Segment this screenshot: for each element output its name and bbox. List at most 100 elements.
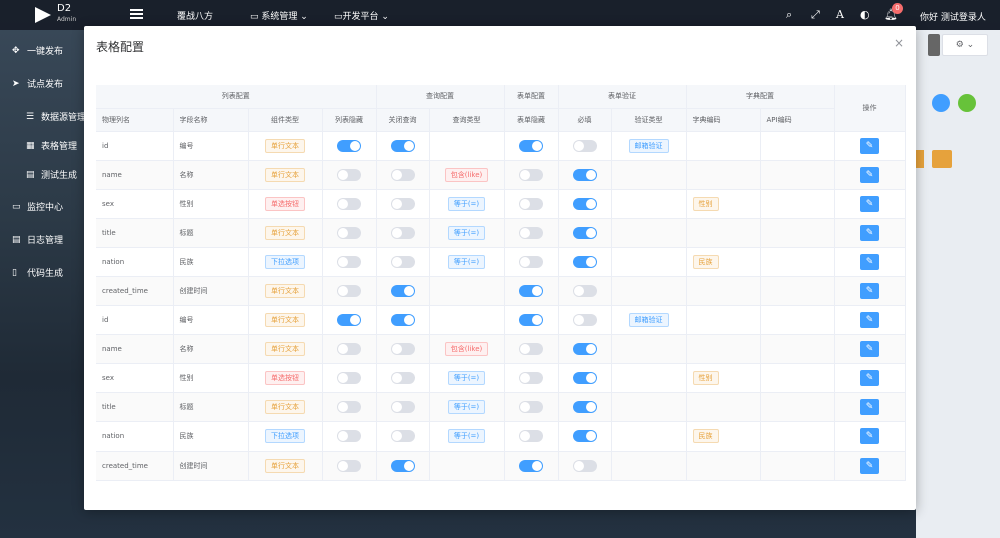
form-hide-switch[interactable] (519, 197, 543, 210)
list-hide-switch[interactable] (337, 139, 361, 152)
form-hide-switch[interactable] (519, 430, 543, 443)
edit-button[interactable]: ✎ (860, 166, 879, 183)
form-hide-switch[interactable] (519, 401, 543, 414)
edit-button[interactable]: ✎ (860, 224, 879, 241)
sidebar-item-table-manage[interactable]: ▦ 表格管理 (26, 139, 77, 152)
search-icon[interactable]: ⌕ (786, 8, 792, 22)
sidebar-item-publish[interactable]: ✥ 一键发布 (12, 44, 63, 57)
query-close-switch[interactable] (390, 139, 415, 152)
cell-action: ✎ (834, 247, 906, 277)
query-close-switch[interactable] (390, 168, 415, 181)
query-close-switch[interactable] (390, 314, 415, 327)
required-switch[interactable] (572, 459, 597, 472)
query-close-switch[interactable] (390, 285, 415, 298)
edit-button[interactable]: ✎ (860, 312, 879, 329)
component-tag: 单选按钮 (265, 371, 305, 386)
form-hide-switch[interactable] (519, 285, 543, 298)
cell-required (558, 451, 612, 481)
list-hide-switch[interactable] (337, 226, 361, 239)
list-hide-switch[interactable] (337, 372, 361, 385)
edit-button[interactable]: ✎ (860, 370, 879, 387)
form-hide-switch[interactable] (519, 255, 543, 268)
cell-field-name: 编号 (173, 305, 249, 336)
search-circle-button[interactable] (932, 94, 950, 112)
cell-component: 单行文本 (248, 218, 323, 248)
cell-list-hide (322, 363, 377, 394)
sidebar-item-codegen[interactable]: ▯ 代码生成 (12, 266, 63, 279)
required-switch[interactable] (572, 372, 597, 385)
list-hide-switch[interactable] (337, 255, 361, 268)
list-hide-switch[interactable] (337, 343, 361, 356)
required-switch[interactable] (572, 197, 597, 210)
user-greeting[interactable]: 你好 测试登录人 (920, 10, 986, 23)
form-hide-switch[interactable] (519, 226, 543, 239)
form-hide-switch[interactable] (519, 139, 543, 152)
list-hide-switch[interactable] (337, 459, 361, 472)
required-switch[interactable] (572, 139, 597, 152)
required-switch[interactable] (572, 401, 597, 414)
edit-button[interactable]: ✎ (860, 253, 879, 270)
close-icon[interactable]: × (894, 36, 904, 50)
gear-icon[interactable]: ⚙ ⌄ (942, 34, 988, 56)
edit-button[interactable]: ✎ (860, 457, 879, 474)
required-switch[interactable] (572, 314, 597, 327)
warning-button[interactable] (916, 150, 924, 168)
topnav-item-2[interactable]: ▭ 系统管理 ⌄ (250, 9, 308, 22)
query-close-switch[interactable] (390, 226, 415, 239)
list-hide-switch[interactable] (337, 314, 361, 327)
query-close-switch[interactable] (390, 255, 415, 268)
cell-column-name: name (96, 334, 174, 365)
list-hide-switch[interactable] (337, 401, 361, 414)
cell-valid-type (611, 189, 687, 219)
edit-button[interactable]: ✎ (860, 195, 879, 212)
query-close-switch[interactable] (390, 197, 415, 210)
edit-button[interactable]: ✎ (860, 283, 879, 300)
topnav-item-3[interactable]: ▭开发平台 ⌄ (334, 9, 389, 22)
required-switch[interactable] (572, 285, 597, 298)
sidebar-item-log[interactable]: ▤ 日志管理 (12, 233, 63, 246)
sidebar-item-test-gen[interactable]: ▤ 测试生成 (26, 168, 77, 181)
tab-next-button[interactable] (928, 34, 940, 56)
fullscreen-icon[interactable]: ⤢ (811, 8, 820, 22)
form-hide-switch[interactable] (519, 168, 543, 181)
required-switch[interactable] (572, 168, 597, 181)
form-hide-switch[interactable] (519, 372, 543, 385)
font-size-icon[interactable]: A (836, 8, 844, 21)
list-hide-switch[interactable] (337, 197, 361, 210)
form-hide-switch[interactable] (519, 314, 543, 327)
component-tag: 单行文本 (265, 138, 305, 153)
required-switch[interactable] (572, 255, 597, 268)
query-close-switch[interactable] (390, 430, 415, 443)
cell-form-hide (504, 160, 559, 190)
query-close-switch[interactable] (390, 343, 415, 356)
cell-valid-type (611, 334, 687, 365)
list-hide-switch[interactable] (337, 168, 361, 181)
edit-button[interactable]: ✎ (860, 428, 879, 445)
cell-required (558, 160, 612, 190)
edit-button[interactable]: ✎ (860, 137, 879, 154)
sidebar-item-monitor[interactable]: ▭ 监控中心 (12, 200, 63, 213)
refresh-circle-button[interactable] (958, 94, 976, 112)
required-switch[interactable] (572, 343, 597, 356)
sidebar-item-datasource[interactable]: ☰ 数据源管理 (26, 110, 86, 123)
topnav-item-1[interactable]: 覆战八方 (177, 9, 213, 22)
query-close-switch[interactable] (390, 401, 415, 414)
required-switch[interactable] (572, 226, 597, 239)
menu-toggle-icon[interactable] (130, 9, 143, 19)
query-close-switch[interactable] (390, 372, 415, 385)
cell-column-name: title (96, 392, 174, 423)
required-switch[interactable] (572, 430, 597, 443)
cell-query-type (429, 305, 505, 336)
sidebar-item-pilot[interactable]: ➤ 试点发布 (12, 77, 63, 90)
list-hide-switch[interactable] (337, 430, 361, 443)
send-button[interactable] (932, 150, 952, 168)
column-header: 物理列名 (96, 108, 174, 132)
form-hide-switch[interactable] (519, 343, 543, 356)
edit-button[interactable]: ✎ (860, 399, 879, 416)
list-hide-switch[interactable] (337, 285, 361, 298)
cell-form-hide (504, 392, 559, 423)
theme-icon[interactable]: ◐ (860, 8, 870, 21)
query-close-switch[interactable] (390, 459, 415, 472)
edit-button[interactable]: ✎ (860, 341, 879, 358)
form-hide-switch[interactable] (519, 459, 543, 472)
